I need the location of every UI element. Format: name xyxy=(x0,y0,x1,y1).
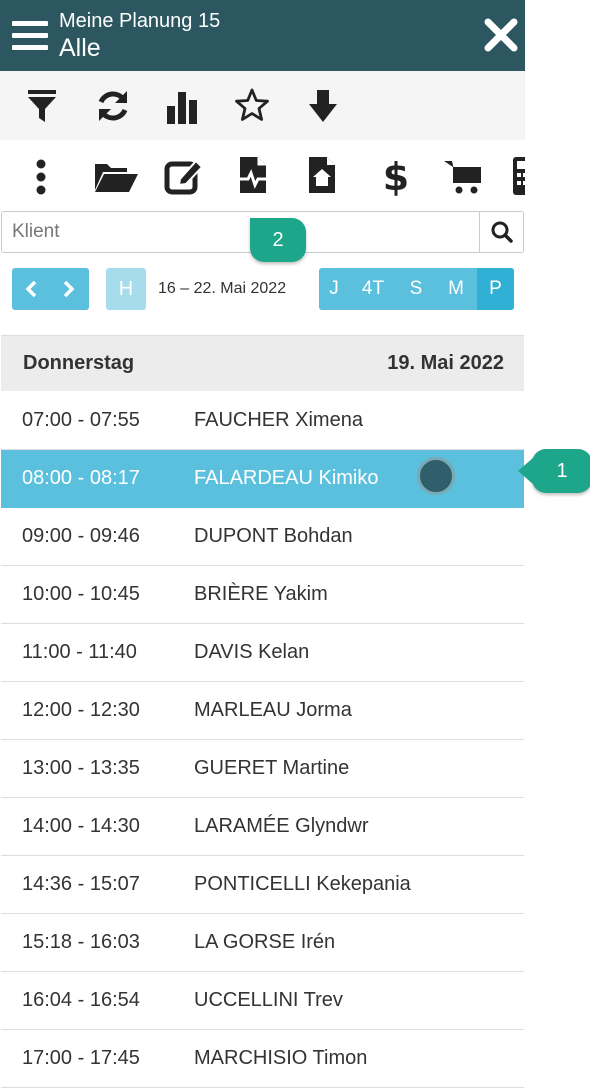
star-icon[interactable] xyxy=(233,86,271,124)
calculator-icon[interactable] xyxy=(513,155,525,197)
planning-app: Meine Planung 15 Alle $ Klient H 16 – 22… xyxy=(0,0,525,1088)
appointment-row[interactable]: 14:36 - 15:07 PONTICELLI Kekepania xyxy=(1,856,524,914)
callout-badge-1: 1 xyxy=(518,449,590,493)
toolbar-primary xyxy=(0,71,525,140)
appointment-client: LARAMÉE Glyndwr xyxy=(194,815,369,837)
view-button-j[interactable]: J xyxy=(319,268,349,310)
appointment-row[interactable]: 09:00 - 09:46 DUPONT Bohdan xyxy=(1,508,524,566)
appointment-client: FALARDEAU Kimiko xyxy=(194,467,379,489)
close-icon[interactable] xyxy=(478,12,524,58)
appointment-time: 07:00 - 07:55 xyxy=(22,409,140,431)
appointment-time: 11:00 - 11:40 xyxy=(22,641,137,663)
appointment-time: 14:36 - 15:07 xyxy=(22,873,140,895)
appointment-row[interactable]: 07:00 - 07:55 FAUCHER Ximena xyxy=(1,392,524,450)
cart-icon[interactable] xyxy=(443,157,483,195)
view-button-p[interactable]: P xyxy=(477,268,514,310)
appointment-client: DUPONT Bohdan xyxy=(194,525,353,547)
appointment-time: 17:00 - 17:45 xyxy=(22,1047,140,1069)
day-header: Donnerstag 19. Mai 2022 xyxy=(1,335,524,391)
appointment-client: BRIÈRE Yakim xyxy=(194,583,328,605)
download-icon[interactable] xyxy=(305,86,341,126)
view-button-s[interactable]: S xyxy=(397,268,435,310)
filter-icon[interactable] xyxy=(24,86,60,126)
view-switcher: J 4T S M P xyxy=(319,268,514,310)
appointment-row[interactable]: 12:00 - 12:30 MARLEAU Jorma xyxy=(1,682,524,740)
toolbar-secondary: $ xyxy=(0,140,525,210)
appointment-client: UCCELLINI Trev xyxy=(194,989,343,1011)
appointment-client: DAVIS Kelan xyxy=(194,641,310,663)
callout-badge-2: 2 xyxy=(250,218,306,262)
menu-icon[interactable] xyxy=(12,15,48,57)
appointment-list: 07:00 - 07:55 FAUCHER Ximena 08:00 - 08:… xyxy=(1,392,524,1088)
edit-icon[interactable] xyxy=(164,157,204,195)
appointment-row[interactable]: 16:04 - 16:54 UCCELLINI Trev xyxy=(1,972,524,1030)
appointment-client: MARCHISIO Timon xyxy=(194,1047,368,1069)
view-button-m[interactable]: M xyxy=(435,268,477,310)
file-home-icon[interactable] xyxy=(305,155,339,195)
appointment-time: 14:00 - 14:30 xyxy=(22,815,140,837)
day-name: Donnerstag xyxy=(23,352,135,374)
planning-subtitle: Alle xyxy=(59,34,101,62)
appointment-row[interactable]: 13:00 - 13:35 GUERET Martine xyxy=(1,740,524,798)
appointment-row[interactable]: 17:00 - 17:45 MARCHISIO Timon xyxy=(1,1030,524,1088)
appointment-row[interactable]: 11:00 - 11:40 DAVIS Kelan xyxy=(1,624,524,682)
dollar-icon[interactable]: $ xyxy=(381,154,411,199)
appointment-client: GUERET Martine xyxy=(194,757,350,779)
file-medical-icon[interactable] xyxy=(236,155,270,195)
appointment-row[interactable]: 15:18 - 16:03 LA GORSE Irén xyxy=(1,914,524,972)
folder-open-icon[interactable] xyxy=(93,160,139,194)
appointment-row-selected[interactable]: 08:00 - 08:17 FALARDEAU Kimiko xyxy=(1,450,524,508)
more-vertical-icon[interactable] xyxy=(32,158,50,196)
appointment-client: FAUCHER Ximena xyxy=(194,409,363,431)
view-button-4t[interactable]: 4T xyxy=(349,268,397,310)
appointment-client: MARLEAU Jorma xyxy=(194,699,352,721)
chevron-right-icon[interactable] xyxy=(50,268,88,310)
appointment-time: 09:00 - 09:46 xyxy=(22,525,140,547)
svg-text:$: $ xyxy=(383,155,409,196)
planning-title: Meine Planung 15 xyxy=(59,10,221,32)
search-icon[interactable] xyxy=(479,212,525,252)
appointment-row[interactable]: 14:00 - 14:30 LARAMÉE Glyndwr xyxy=(1,798,524,856)
appointment-time: 13:00 - 13:35 xyxy=(22,757,140,779)
appointment-time: 16:04 - 16:54 xyxy=(22,989,140,1011)
appointment-client: PONTICELLI Kekepania xyxy=(194,873,411,895)
chevron-left-icon[interactable] xyxy=(12,268,50,310)
appointment-row[interactable]: 10:00 - 10:45 BRIÈRE Yakim xyxy=(1,566,524,624)
bar-chart-icon[interactable] xyxy=(164,88,200,126)
today-button[interactable]: H xyxy=(106,268,146,310)
app-header: Meine Planung 15 Alle xyxy=(0,0,525,71)
date-range-label: 16 – 22. Mai 2022 xyxy=(158,280,287,297)
appointment-time: 15:18 - 16:03 xyxy=(22,931,140,953)
week-navigation xyxy=(12,268,89,310)
appointment-time: 12:00 - 12:30 xyxy=(22,699,140,721)
appointment-client: LA GORSE Irén xyxy=(194,931,336,953)
appointment-time: 08:00 - 08:17 xyxy=(22,467,140,489)
refresh-icon[interactable] xyxy=(93,86,133,126)
touch-indicator xyxy=(417,457,455,495)
appointment-time: 10:00 - 10:45 xyxy=(22,583,140,605)
day-date: 19. Mai 2022 xyxy=(387,352,504,374)
client-search-input[interactable] xyxy=(12,212,472,252)
